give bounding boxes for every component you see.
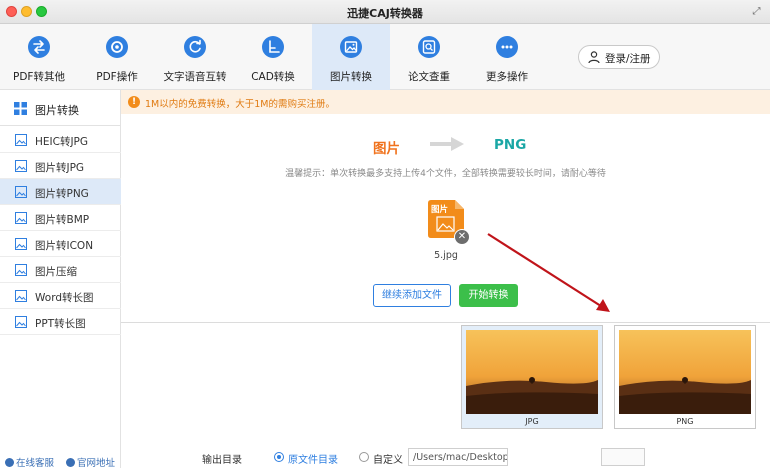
- swap-icon: [28, 36, 50, 58]
- tab-pdf-to-other[interactable]: PDF转其他: [0, 24, 78, 90]
- tab-label: PDF操作: [96, 71, 138, 83]
- browse-button[interactable]: [601, 448, 645, 466]
- sidebar-item-label: 图片转PNG: [35, 188, 89, 200]
- sidebar-item-label: 图片转BMP: [35, 214, 90, 226]
- file-badge: 图片: [431, 205, 449, 215]
- content-divider: [121, 322, 770, 323]
- source-directory-label[interactable]: 原文件目录: [288, 451, 338, 466]
- main-toolbar: PDF转其他 PDF操作 文字语音互转 CAD转换 图片转换 论文查重 更多操作…: [0, 24, 770, 90]
- sidebar-item-ppt-to-long-image[interactable]: PPT转长图: [0, 309, 121, 335]
- sidebar-item-word-to-long-image[interactable]: Word转长图: [0, 283, 121, 309]
- online-service-link[interactable]: 在线客服: [5, 455, 54, 468]
- official-website-link[interactable]: 官网地址: [66, 455, 115, 468]
- gear-icon: [106, 36, 128, 58]
- custom-directory-label[interactable]: 自定义: [373, 451, 403, 466]
- notice-text: 1M以内的免费转换，大于1M的需购买注册。: [145, 99, 335, 110]
- sidebar-item-image-to-icon[interactable]: 图片转ICON: [0, 231, 121, 257]
- tab-text-speech[interactable]: 文字语音互转: [156, 24, 234, 90]
- user-icon: [588, 51, 600, 64]
- tab-label: 文字语音互转: [163, 71, 227, 83]
- title-bar: 迅捷CAJ转换器 ⤢: [0, 0, 770, 24]
- sidebar-item-image-to-png[interactable]: 图片转PNG: [0, 179, 121, 205]
- sidebar-item-image-to-jpg[interactable]: 图片转JPG: [0, 153, 121, 179]
- sidebar-item-label: PPT转长图: [35, 318, 86, 330]
- tip-text: 温馨提示：单次转换最多支持上传4个文件，全部转换需要较长时间，请耐心等待: [285, 169, 606, 179]
- refresh-icon: [184, 36, 206, 58]
- login-register-button[interactable]: 登录/注册: [578, 45, 660, 69]
- arrow-right-icon: [430, 137, 464, 151]
- notice-bar: ! 1M以内的免费转换，大于1M的需购买注册。: [121, 90, 770, 114]
- online-service-label: 在线客服: [16, 458, 55, 468]
- tab-image-convert[interactable]: 图片转换: [312, 24, 390, 90]
- tab-label: PDF转其他: [13, 71, 65, 83]
- tab-label: 论文查重: [408, 71, 450, 83]
- sidebar-footer: 在线客服 官网地址: [0, 454, 121, 468]
- fullscreen-icon[interactable]: ⤢: [751, 6, 762, 17]
- sunset-photo: [466, 330, 598, 414]
- output-path-field[interactable]: /Users/mac/Desktop/: [408, 448, 508, 466]
- image-icon: [15, 134, 27, 146]
- custom-directory-radio[interactable]: [359, 452, 369, 462]
- png-preview-label: PNG: [676, 417, 694, 426]
- image-icon: [15, 238, 27, 250]
- output-directory-label: 输出目录: [202, 455, 242, 466]
- tab-label: 更多操作: [486, 71, 528, 83]
- sidebar-header: 图片转换: [0, 90, 121, 126]
- headset-icon: [5, 458, 14, 467]
- grid-icon: [14, 102, 27, 115]
- sidebar: 图片转换 HEIC转JPG 图片转JPG 图片转PNG 图片转BMP 图片转IC…: [0, 90, 121, 468]
- window-title: 迅捷CAJ转换器: [347, 7, 423, 20]
- tab-paper-check[interactable]: 论文查重: [390, 24, 468, 90]
- sidebar-item-label: 图片压缩: [35, 266, 77, 278]
- jpg-preview-card: JPG: [461, 325, 603, 429]
- sidebar-header-label: 图片转换: [35, 104, 79, 117]
- image-icon: [15, 290, 27, 302]
- sidebar-item-heic-to-jpg[interactable]: HEIC转JPG: [0, 127, 121, 153]
- warning-icon: !: [128, 96, 140, 108]
- sidebar-item-label: 图片转ICON: [35, 240, 94, 252]
- png-preview-card: PNG: [614, 325, 756, 429]
- output-directory-bar: 输出目录 原文件目录 自定义 /Users/mac/Desktop/: [121, 446, 770, 468]
- sidebar-item-image-to-bmp[interactable]: 图片转BMP: [0, 205, 121, 231]
- more-icon: [496, 36, 518, 58]
- output-path-value: /Users/mac/Desktop/: [413, 452, 508, 463]
- tab-cad-convert[interactable]: CAD转换: [234, 24, 312, 90]
- sidebar-item-label: 图片转JPG: [35, 162, 85, 174]
- image-icon: [340, 36, 362, 58]
- image-icon: [15, 186, 27, 198]
- search-doc-icon: [418, 36, 440, 58]
- image-icon: [15, 160, 27, 172]
- annotation-arrow: [487, 233, 610, 312]
- login-register-label: 登录/注册: [605, 53, 651, 65]
- jpg-preview-label: JPG: [525, 417, 539, 426]
- add-more-files-button[interactable]: 继续添加文件: [373, 284, 451, 307]
- globe-icon: [66, 458, 75, 467]
- image-icon: [15, 212, 27, 224]
- file-name: 5.jpg: [434, 250, 458, 261]
- official-website-label: 官网地址: [77, 458, 116, 468]
- image-icon: [15, 264, 27, 276]
- remove-file-icon[interactable]: ✕: [454, 229, 470, 245]
- sidebar-item-label: HEIC转JPG: [35, 136, 89, 148]
- source-directory-radio[interactable]: [274, 452, 284, 462]
- tab-pdf-operations[interactable]: PDF操作: [78, 24, 156, 90]
- cad-icon: [262, 36, 284, 58]
- tab-label: 图片转换: [330, 71, 372, 83]
- sidebar-item-image-compress[interactable]: 图片压缩: [0, 257, 121, 283]
- image-icon: [15, 316, 27, 328]
- sunset-photo: [619, 330, 751, 414]
- tab-label: CAD转换: [251, 71, 295, 83]
- conversion-from: 图片: [373, 141, 400, 157]
- conversion-to: PNG: [494, 137, 527, 153]
- tab-more-operations[interactable]: 更多操作: [468, 24, 546, 90]
- sidebar-item-label: Word转长图: [35, 292, 94, 304]
